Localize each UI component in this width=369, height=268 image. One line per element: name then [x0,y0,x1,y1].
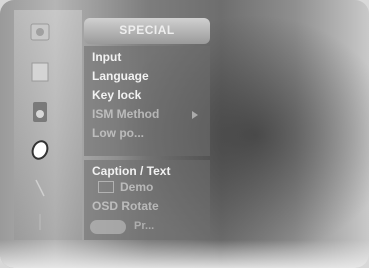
antenna-icon[interactable] [28,210,52,234]
menu-header: SPECIAL [84,18,210,44]
special-menu-panel: SPECIAL Input Language Key lock ISM Meth… [84,18,210,240]
screen-icon[interactable] [28,60,52,84]
menu-item-input[interactable]: Input [92,50,121,64]
speaker-icon[interactable] [28,100,52,124]
menu-item-language[interactable]: Language [92,69,149,83]
picture-icon[interactable] [28,20,52,44]
submenu-arrow-icon [192,111,198,119]
tv-osd-screen: SPECIAL Input Language Key lock ISM Meth… [0,0,369,268]
menu-item-osd-rotate[interactable]: OSD Rotate [92,199,159,213]
menu-icon-column [14,10,82,240]
menu-item-low-power[interactable]: Low po... [92,126,144,140]
menu-title: SPECIAL [119,23,175,37]
menu-item-ism-method[interactable]: ISM Method [92,107,159,121]
prev-label: Pr... [134,220,155,232]
prev-button[interactable] [90,220,126,234]
special-icon[interactable] [28,176,52,200]
menu-item-demo[interactable]: Demo [120,180,153,194]
demo-checkbox[interactable] [98,181,114,193]
menu-item-key-lock[interactable]: Key lock [92,88,141,102]
clock-icon[interactable] [28,138,52,162]
menu-item-caption-text[interactable]: Caption / Text [92,164,170,178]
